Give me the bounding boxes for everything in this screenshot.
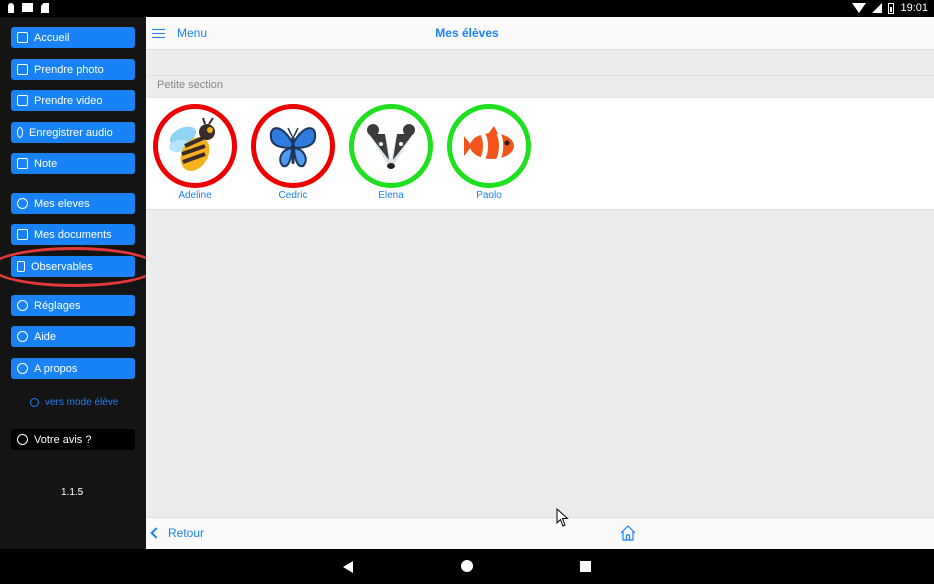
bee-icon [169,117,215,171]
students-icon [17,198,28,209]
nav-back-icon[interactable] [343,561,353,573]
page-title: Mes élèves [435,26,499,40]
sidebar-item-mes-documents[interactable]: Mes documents [11,224,135,245]
info-icon [17,363,28,374]
back-label: Retour [168,526,205,540]
student-card-adeline[interactable]: Adeline [151,104,239,201]
sidebar-item-label: A propos [34,362,78,375]
sidebar-item-label: Mes documents [34,228,112,241]
camera-icon [17,64,28,75]
chevron-left-icon [150,527,162,539]
sidebar-item-prendre-video[interactable]: Prendre video [11,90,135,111]
student-card-paolo[interactable]: Paolo [445,104,533,201]
sidebar-item-label: Aide [34,330,57,343]
sidebar-item-label: Enregistrer audio [29,126,113,139]
nav-home-icon[interactable] [461,560,473,572]
student-name: Adeline [178,190,212,201]
mouse-cursor-icon [556,508,569,527]
student-name: Cedric [278,190,308,201]
butterfly-icon [269,127,317,168]
student-mode-link[interactable]: vers mode élève [30,397,118,408]
home-button[interactable] [620,525,636,546]
info-icon [17,434,28,445]
student-name: Paolo [476,190,502,201]
sidebar-item-label: Prendre video [34,94,103,107]
student-card-cedric[interactable]: Cedric [249,104,337,201]
student-mode-label: vers mode élève [45,397,119,408]
microphone-icon [17,127,23,138]
top-bar: Menu Mes élèves [146,17,934,50]
sidebar: Accueil Prendre photo Prendre video Enre… [0,17,158,549]
main-content: Menu Mes élèves Petite section Adeline C… [146,17,934,549]
back-button[interactable]: Retour [150,526,205,540]
feedback-button[interactable]: Votre avis ? [11,429,135,450]
app-version: 1.1.5 [61,487,84,498]
key-icon [8,3,14,13]
system-nav-bar [0,549,934,584]
documents-icon [17,229,28,240]
signal-icon [872,3,883,13]
sidebar-item-prendre-photo[interactable]: Prendre photo [11,59,135,80]
home-icon [620,525,636,541]
sidebar-item-aide[interactable]: Aide [11,326,135,347]
video-icon [17,95,28,106]
sidebar-item-label: Prendre photo [34,63,104,76]
help-icon [17,331,28,342]
student-avatar [251,104,335,188]
nav-recent-apps-icon[interactable] [580,561,591,572]
student-card-elena[interactable]: Elena [347,104,435,201]
bottom-bar: Retour [146,517,934,549]
clownfish-icon [464,126,514,159]
badger-icon [367,124,415,170]
battery-icon [888,2,895,14]
clock: 19:01 [900,2,928,14]
sidebar-item-reglages[interactable]: Réglages [11,295,135,316]
sd-card-icon [41,3,49,13]
student-name: Elena [378,190,404,201]
sidebar-item-label: Mes eleves [34,197,90,210]
feedback-label: Votre avis ? [34,433,92,446]
highlight-annotation [0,247,158,287]
note-icon [17,158,28,169]
student-avatar [153,104,237,188]
section-header: Petite section [157,79,224,91]
sidebar-item-a-propos[interactable]: A propos [11,358,135,379]
settings-icon [17,300,28,311]
status-bar: 19:01 [0,0,934,17]
student-avatar [447,104,531,188]
switch-mode-icon [30,398,39,407]
wifi-icon [852,3,867,13]
sidebar-item-mes-eleves[interactable]: Mes eleves [11,193,135,214]
student-avatar [349,104,433,188]
sidebar-item-enregistrer-audio[interactable]: Enregistrer audio [11,122,135,143]
sidebar-item-note[interactable]: Note [11,153,135,174]
sidebar-item-label: Réglages [34,299,81,312]
sidebar-item-label: Note [34,157,58,170]
mail-icon [22,3,33,12]
divider [146,75,934,76]
student-grid: Adeline Cedric Elena Paolo [146,97,934,210]
